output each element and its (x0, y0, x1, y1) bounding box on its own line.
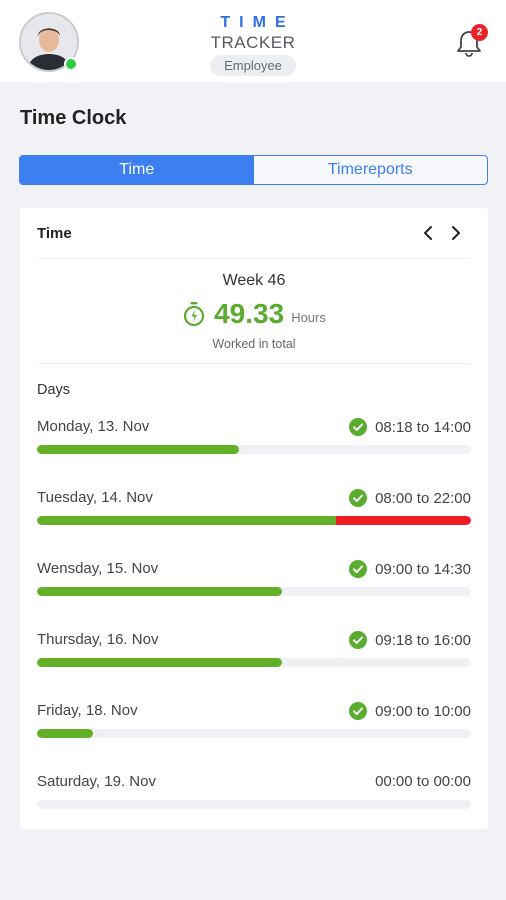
day-name: Monday, 13. Nov (37, 418, 150, 435)
day-row[interactable]: Thursday, 16. Nov 09:18 to 16:00 (37, 631, 471, 671)
day-name: Friday, 18. Nov (37, 702, 138, 719)
day-progress-track (37, 587, 471, 596)
day-row[interactable]: Tuesday, 14. Nov 08:00 to 22:00 (37, 489, 471, 529)
chevron-left-icon (424, 226, 432, 240)
check-circle-icon (349, 702, 368, 720)
check-circle-icon (349, 631, 368, 649)
divider (37, 258, 471, 259)
day-row[interactable]: Monday, 13. Nov 08:18 to 14:00 (37, 418, 471, 458)
day-row[interactable]: Friday, 18. Nov 09:00 to 10:00 (37, 702, 471, 742)
day-name: Wensday, 15. Nov (37, 560, 159, 577)
day-time-text: 00:00 to 00:00 (375, 773, 471, 790)
days-heading: Days (37, 382, 71, 398)
day-time-text: 09:00 to 10:00 (375, 702, 471, 720)
day-time-range: 09:00 to 10:00 (349, 702, 471, 720)
day-time-range: 08:18 to 14:00 (349, 418, 471, 436)
stopwatch-icon (184, 302, 205, 327)
day-progress-fill (37, 729, 94, 738)
check-circle-icon (349, 418, 368, 436)
divider (37, 363, 471, 364)
day-progress-track (37, 445, 471, 454)
day-progress-fill (37, 445, 239, 454)
time-card: Time Week 46 49.33 Hours Worked in total… (20, 208, 488, 829)
day-time-range: 08:00 to 22:00 (349, 489, 471, 507)
day-overtime-fill (336, 516, 471, 525)
day-progress-fill (37, 516, 337, 525)
day-name: Thursday, 16. Nov (37, 631, 159, 648)
day-progress-track (37, 800, 471, 809)
day-time-text: 09:18 to 16:00 (375, 631, 471, 649)
next-week-button[interactable] (446, 222, 466, 244)
day-time-text: 08:18 to 14:00 (375, 418, 471, 436)
day-time-range: 09:18 to 16:00 (349, 631, 471, 649)
tab-timereports[interactable]: Timereports (254, 156, 488, 184)
day-name: Saturday, 19. Nov (37, 773, 156, 790)
day-time-text: 08:00 to 22:00 (375, 489, 471, 507)
role-badge: Employee (210, 55, 296, 76)
chevron-right-icon (452, 226, 460, 240)
tab-time[interactable]: Time (20, 156, 254, 184)
page-title: Time Clock (20, 107, 127, 129)
app-header: TIME TRACKER Employee 2 (0, 0, 506, 82)
day-time-range: 09:00 to 14:30 (349, 560, 471, 578)
previous-week-button[interactable] (418, 222, 438, 244)
total-hours-row: 49.33 Hours (20, 296, 488, 332)
view-tabs: Time Timereports (19, 155, 488, 185)
day-time-text: 09:00 to 14:30 (375, 560, 471, 578)
day-time-range: 00:00 to 00:00 (375, 773, 471, 790)
day-row[interactable]: Wensday, 15. Nov 09:00 to 14:30 (37, 560, 471, 600)
card-title: Time (37, 225, 72, 242)
check-circle-icon (349, 560, 368, 578)
logo-time-text: TIME (220, 14, 295, 31)
day-progress-track (37, 658, 471, 667)
day-progress-track (37, 729, 471, 738)
logo-tracker-text: TRACKER (210, 33, 296, 52)
day-row[interactable]: Saturday, 19. Nov 00:00 to 00:00 (37, 773, 471, 813)
check-circle-icon (349, 489, 368, 507)
day-progress-fill (37, 658, 283, 667)
week-label: Week 46 (222, 272, 286, 289)
total-hours-value: 49.33 (214, 298, 285, 329)
day-progress-track (37, 516, 471, 525)
total-hours-unit: Hours (291, 309, 326, 325)
notification-count-badge: 2 (471, 24, 488, 41)
total-caption: Worked in total (212, 337, 296, 351)
day-name: Tuesday, 14. Nov (37, 489, 153, 506)
online-status-dot (64, 57, 78, 71)
day-progress-fill (37, 587, 283, 596)
